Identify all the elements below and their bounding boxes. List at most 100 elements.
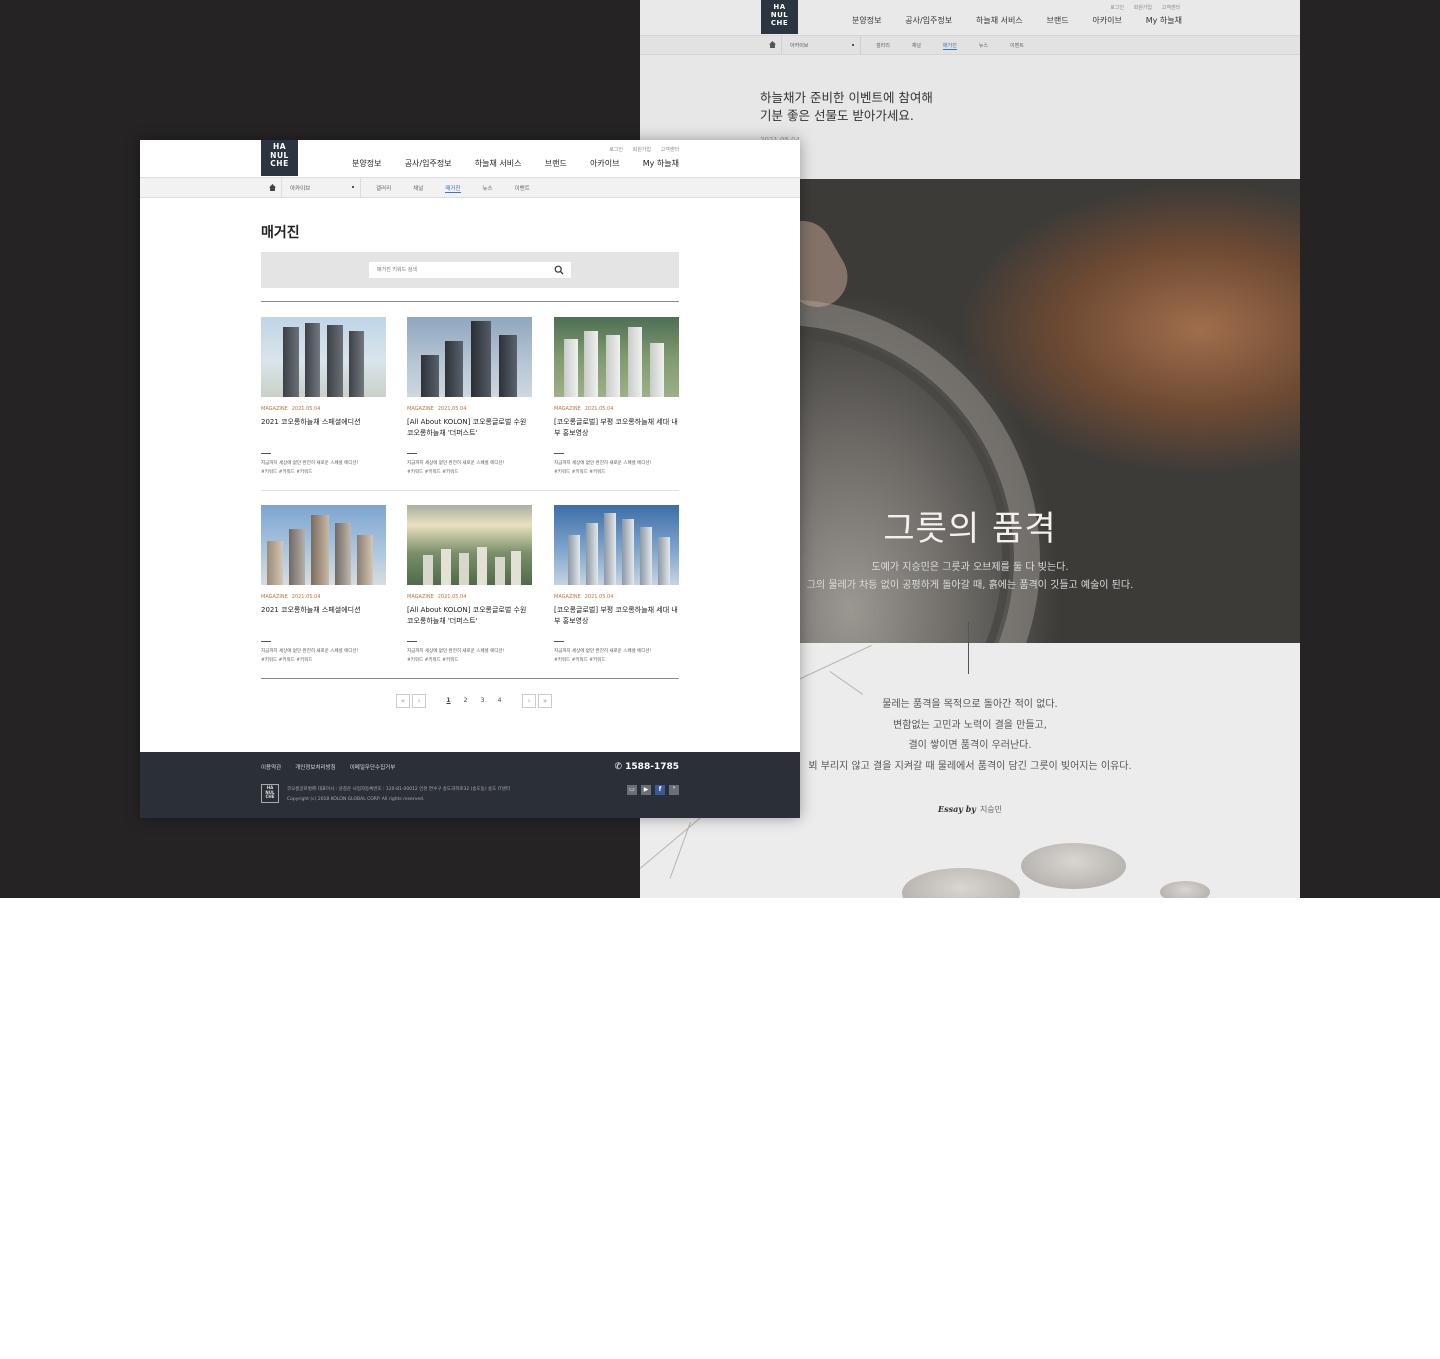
building-shape [421, 355, 439, 397]
facebook-icon[interactable]: f [655, 785, 665, 795]
gnav-item-my[interactable]: My 하늘채 [643, 158, 679, 169]
privacy-link[interactable]: 개인정보처리방침 [295, 763, 335, 771]
email-policy-link[interactable]: 이메일무단수집거부 [350, 763, 396, 771]
building-shape [283, 327, 299, 397]
phone-text: 1588-1785 [625, 762, 679, 772]
gnav-item-service[interactable]: 하늘채 서비스 [475, 158, 522, 169]
dropdown-icon [352, 186, 354, 188]
intro-line: 기분 좋은 선물도 받아가세요. [760, 108, 914, 123]
page-title: 매거진 [261, 225, 300, 241]
section-select[interactable]: 아카이브 [281, 178, 361, 197]
lnb-item-news[interactable]: 뉴스 [979, 42, 988, 50]
card-category: MAGAZINE [554, 594, 581, 600]
card-desc: 지금까지 세상에 없던 완전히 새로운 스페셜 에디션! #키워드 #키워드 #키… [554, 647, 684, 665]
card-thumbnail [407, 505, 532, 585]
card-dash [261, 641, 271, 642]
card-desc-line: 지금까지 세상에 없던 완전히 새로운 스페셜 에디션! [407, 649, 505, 654]
card-meta: MAGAZINE 2021.05.04 [554, 406, 613, 412]
prev-page-button[interactable]: ‹ [412, 693, 426, 708]
lnb-item-channel[interactable]: 채널 [912, 42, 921, 50]
login-link[interactable]: 로그인 [1110, 5, 1124, 11]
blog-icon[interactable]: ▭ [627, 785, 637, 795]
lnb-item-gallery[interactable]: 갤러리 [376, 184, 391, 193]
gnav-item-sales[interactable]: 분양정보 [352, 158, 381, 169]
building-shape [640, 527, 652, 585]
search-icon[interactable] [554, 265, 564, 275]
signup-link[interactable]: 회원가입 [1134, 5, 1152, 11]
card-tags: #키워드 #키워드 #키워드 [554, 470, 606, 475]
next-page-button[interactable]: › [522, 693, 536, 708]
signup-link[interactable]: 회원가입 [633, 147, 651, 153]
building-shape [311, 515, 329, 585]
card-dash [554, 453, 564, 454]
util-links: 로그인 회원가입 고객센터 [601, 146, 679, 153]
logo-line: CHE [265, 794, 275, 800]
blank-area [0, 898, 1440, 1359]
lnb-item-magazine[interactable]: 매거진 [943, 42, 957, 50]
card-dash [261, 453, 271, 454]
gnav-item[interactable]: 공사/입주정보 [905, 15, 952, 26]
support-link[interactable]: 고객센터 [1162, 5, 1180, 11]
kakao-icon[interactable]: ❜ [669, 785, 679, 795]
hanulche-logo[interactable]: HA NUL CHE [261, 140, 298, 176]
gnav-item[interactable]: 분양정보 [852, 15, 881, 26]
building-shape [335, 523, 351, 585]
essay-by-label: Essay by [937, 804, 976, 814]
card-title: [All About KOLON] 코오롱글로벌 수원 코오롱하늘채 '더퍼스트… [407, 606, 527, 625]
building-shape [622, 519, 634, 585]
card-title: [코오롱글로벌] 부평 코오롱하늘채 세대 내부 홍보영상 [554, 606, 678, 625]
lnb-item-event[interactable]: 이벤트 [1010, 42, 1024, 50]
terms-link[interactable]: 이용약관 [261, 763, 281, 771]
login-link[interactable]: 로그인 [609, 147, 623, 153]
gnav-item-brand[interactable]: 브랜드 [545, 158, 567, 169]
card-dash [407, 453, 417, 454]
lnb-items: 갤러리 채널 매거진 뉴스 이벤트 [376, 184, 552, 193]
section-select-label: 아카이브 [790, 43, 809, 49]
lnb-item-news[interactable]: 뉴스 [483, 184, 493, 193]
lnb-item-gallery[interactable]: 갤러리 [876, 42, 890, 50]
section-select[interactable]: 아카이브 [781, 36, 861, 54]
lnb-item-event[interactable]: 이벤트 [515, 184, 530, 193]
company-address: 코오롱글로벌㈜ 대표이사 : 윤창운 사업자등록번호 : 120-81-0001… [287, 787, 511, 792]
page-number[interactable]: 1 [440, 697, 457, 704]
card-thumbnail [407, 317, 532, 397]
logo-line: CHE [270, 159, 289, 168]
building-shape [289, 529, 305, 585]
page-number[interactable]: 3 [474, 697, 491, 704]
gnav-item-construction[interactable]: 공사/입주정보 [405, 158, 452, 169]
home-icon[interactable] [269, 184, 276, 191]
lnb-item-magazine[interactable]: 매거진 [445, 184, 461, 193]
card-date: 2021.05.04 [291, 594, 321, 600]
list-top-line [261, 301, 679, 302]
gnav-item-archive[interactable]: 아카이브 [590, 158, 619, 169]
last-page-button[interactable]: » [538, 693, 552, 708]
card-title: 2021 코오롱하늘채 스페셜에디션 [261, 606, 361, 614]
card-desc-line: 지금까지 세상에 없던 완전히 새로운 스페셜 에디션! [407, 461, 505, 466]
logo-line: NUL [770, 11, 789, 19]
lnb-item-channel[interactable]: 채널 [413, 184, 423, 193]
search-area [261, 252, 679, 288]
hanulche-logo[interactable]: HA NUL CHE [761, 0, 798, 34]
gnav-item[interactable]: 하늘채 서비스 [976, 15, 1023, 26]
building-shape [267, 541, 283, 585]
gnav-item[interactable]: 아카이브 [1092, 15, 1121, 26]
gnav-item[interactable]: 브랜드 [1047, 15, 1069, 26]
building-shape [586, 523, 598, 585]
sns-links: ▭ ▶ f ❜ [627, 785, 679, 795]
card-desc-line: 지금까지 세상에 없던 완전히 새로운 스페셜 에디션! [554, 649, 652, 654]
page-number[interactable]: 4 [491, 697, 508, 704]
search-input[interactable] [369, 262, 571, 278]
card-desc: 지금까지 세상에 없던 완전히 새로운 스페셜 에디션! #키워드 #키워드 #키… [261, 647, 391, 665]
gnav-item[interactable]: My 하늘채 [1146, 15, 1182, 26]
card-dash [407, 641, 417, 642]
global-nav: 분양정보 공사/입주정보 하늘채 서비스 브랜드 아카이브 My 하늘채 [352, 158, 679, 169]
building-shape [604, 513, 616, 585]
building-shape [658, 537, 670, 585]
page-number[interactable]: 2 [457, 697, 474, 704]
card-tags: #키워드 #키워드 #키워드 [407, 658, 459, 663]
support-link[interactable]: 고객센터 [661, 147, 679, 153]
first-page-button[interactable]: « [396, 693, 410, 708]
home-icon[interactable] [769, 41, 776, 48]
youtube-icon[interactable]: ▶ [641, 785, 651, 795]
divider-line [968, 622, 969, 674]
